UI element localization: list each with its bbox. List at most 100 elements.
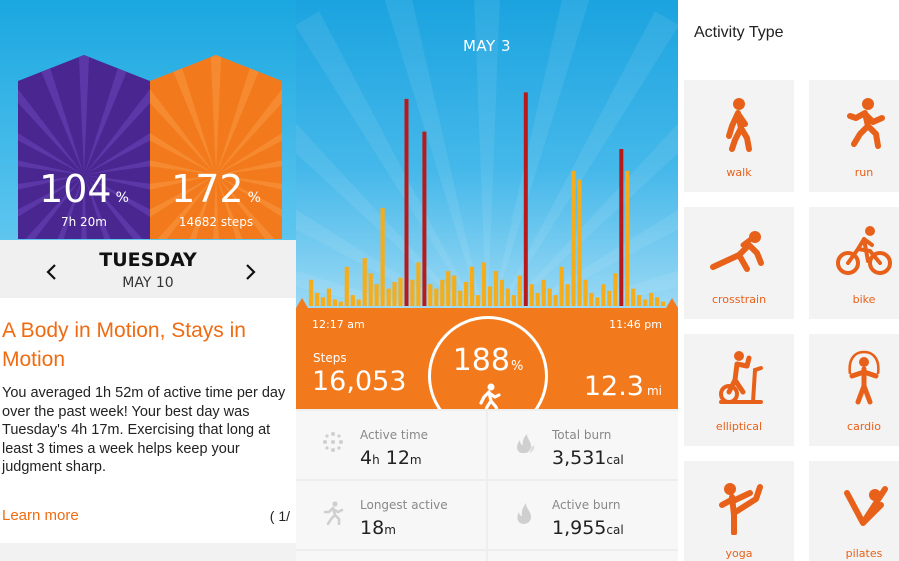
activity-elliptical[interactable]: elliptical [684, 334, 794, 446]
day-date: MAY 10 [122, 275, 174, 291]
step-bar [613, 273, 618, 306]
chart-left-marker [296, 298, 308, 308]
tile-label: Active time [360, 428, 429, 442]
step-bar [649, 292, 654, 306]
step-bar [356, 299, 361, 306]
step-bar [619, 149, 624, 306]
tile-unit-a: cal [606, 523, 624, 537]
active-time-goal[interactable]: 104% 7h 20m [18, 55, 150, 239]
steps-percent: 172% [150, 167, 282, 211]
step-bar [338, 301, 343, 306]
pilates-icon [844, 486, 888, 526]
bike-icon [836, 226, 892, 275]
activity-pilates[interactable]: pilates [809, 461, 899, 561]
longest-active-tile[interactable]: Longest active 18m [296, 481, 486, 549]
step-bar [505, 288, 510, 306]
total-burn-tile[interactable]: Total burn 3,531cal [488, 411, 678, 479]
step-bar [410, 279, 415, 306]
activity-label: pilates [845, 547, 883, 560]
tile-value-a: 18 [360, 517, 385, 539]
active-time-subtitle: 7h 20m [60, 215, 107, 229]
activity-run[interactable]: run [809, 80, 899, 192]
step-bar [583, 279, 588, 306]
step-bar [326, 288, 331, 306]
step-bar [571, 170, 576, 306]
steps-label: Steps [313, 351, 347, 365]
tile-label: Longest active [360, 498, 448, 512]
active-burn-tile[interactable]: Active burn 1,955cal [488, 481, 678, 549]
step-bar [547, 288, 552, 306]
step-bar [541, 279, 546, 306]
day-name: TUESDAY [99, 249, 197, 271]
activity-label: walk [726, 166, 752, 179]
learn-more-link[interactable]: Learn more [2, 507, 79, 524]
step-bar [589, 292, 594, 306]
step-bar [344, 266, 349, 306]
step-bar [440, 279, 445, 306]
active-time-percent: 104% [18, 167, 150, 211]
steps-goal[interactable]: 172% 14682 steps [150, 55, 282, 239]
tile-value: 4h 12m [360, 447, 422, 469]
step-bar [529, 284, 534, 306]
tile-row-partial [488, 551, 678, 561]
step-bar [362, 258, 367, 306]
distance-value: 12.3 mi [584, 371, 662, 402]
step-bar [416, 262, 421, 306]
step-bar [350, 295, 355, 306]
step-bar [380, 207, 385, 306]
step-bar [464, 282, 469, 306]
percent-unit: % [115, 190, 129, 206]
step-bar [374, 284, 379, 306]
tile-unit-a: m [384, 523, 396, 537]
step-bar [487, 286, 493, 306]
activity-label: bike [852, 293, 876, 306]
time-end: 11:46 pm [609, 318, 662, 331]
tile-label: Active burn [552, 498, 621, 512]
goal-percent: 188% [431, 343, 545, 378]
active-time-tile[interactable]: Active time 4h 12m [296, 411, 486, 479]
step-bar [428, 284, 433, 306]
step-bar [398, 277, 403, 306]
step-bar [601, 284, 606, 306]
activity-yoga[interactable]: yoga [684, 461, 794, 561]
distance-number: 12.3 [583, 371, 644, 402]
daily-steps-panel: MAY 3 12:17 am 11:46 pm Steps 16,053 12.… [296, 0, 678, 561]
step-bar [458, 290, 463, 306]
steps-percent-value: 172 [171, 167, 244, 211]
step-bar [637, 295, 642, 306]
activity-type-title: Activity Type [694, 24, 784, 41]
purple-burst-shape [18, 55, 150, 239]
activity-label: elliptical [715, 420, 763, 433]
activity-crosstrain[interactable]: crosstrain [684, 207, 794, 319]
step-bar [517, 275, 522, 306]
percent-unit: % [247, 190, 261, 206]
flames-icon [517, 434, 535, 453]
cardio-icon [848, 350, 880, 405]
step-bar [476, 295, 481, 306]
step-bar [481, 262, 487, 306]
step-bar [523, 92, 528, 307]
step-bar [595, 297, 600, 306]
activity-cardio[interactable]: cardio [809, 334, 899, 446]
step-bar [308, 279, 314, 306]
activity-bike[interactable]: bike [809, 207, 899, 319]
distance-unit: mi [646, 384, 662, 398]
step-bar [386, 288, 391, 306]
step-bar [559, 266, 564, 306]
tile-unit-a: h [372, 453, 380, 467]
goal-percent-unit: % [510, 359, 524, 374]
activity-walk[interactable]: walk [684, 80, 794, 192]
step-bar [493, 271, 499, 306]
step-bar [314, 292, 320, 306]
crosstrain-icon [710, 231, 764, 272]
step-bar [320, 297, 325, 306]
step-bar [392, 282, 397, 306]
tile-value-a: 4 [360, 447, 373, 469]
page-indicator: ( 1/ [269, 508, 290, 524]
tile-value-b: 12 [379, 447, 410, 469]
step-bar [434, 288, 439, 306]
activity-label: cardio [847, 420, 881, 433]
step-bar [332, 299, 337, 306]
time-start: 12:17 am [312, 318, 365, 331]
chart-right-marker [666, 298, 678, 308]
